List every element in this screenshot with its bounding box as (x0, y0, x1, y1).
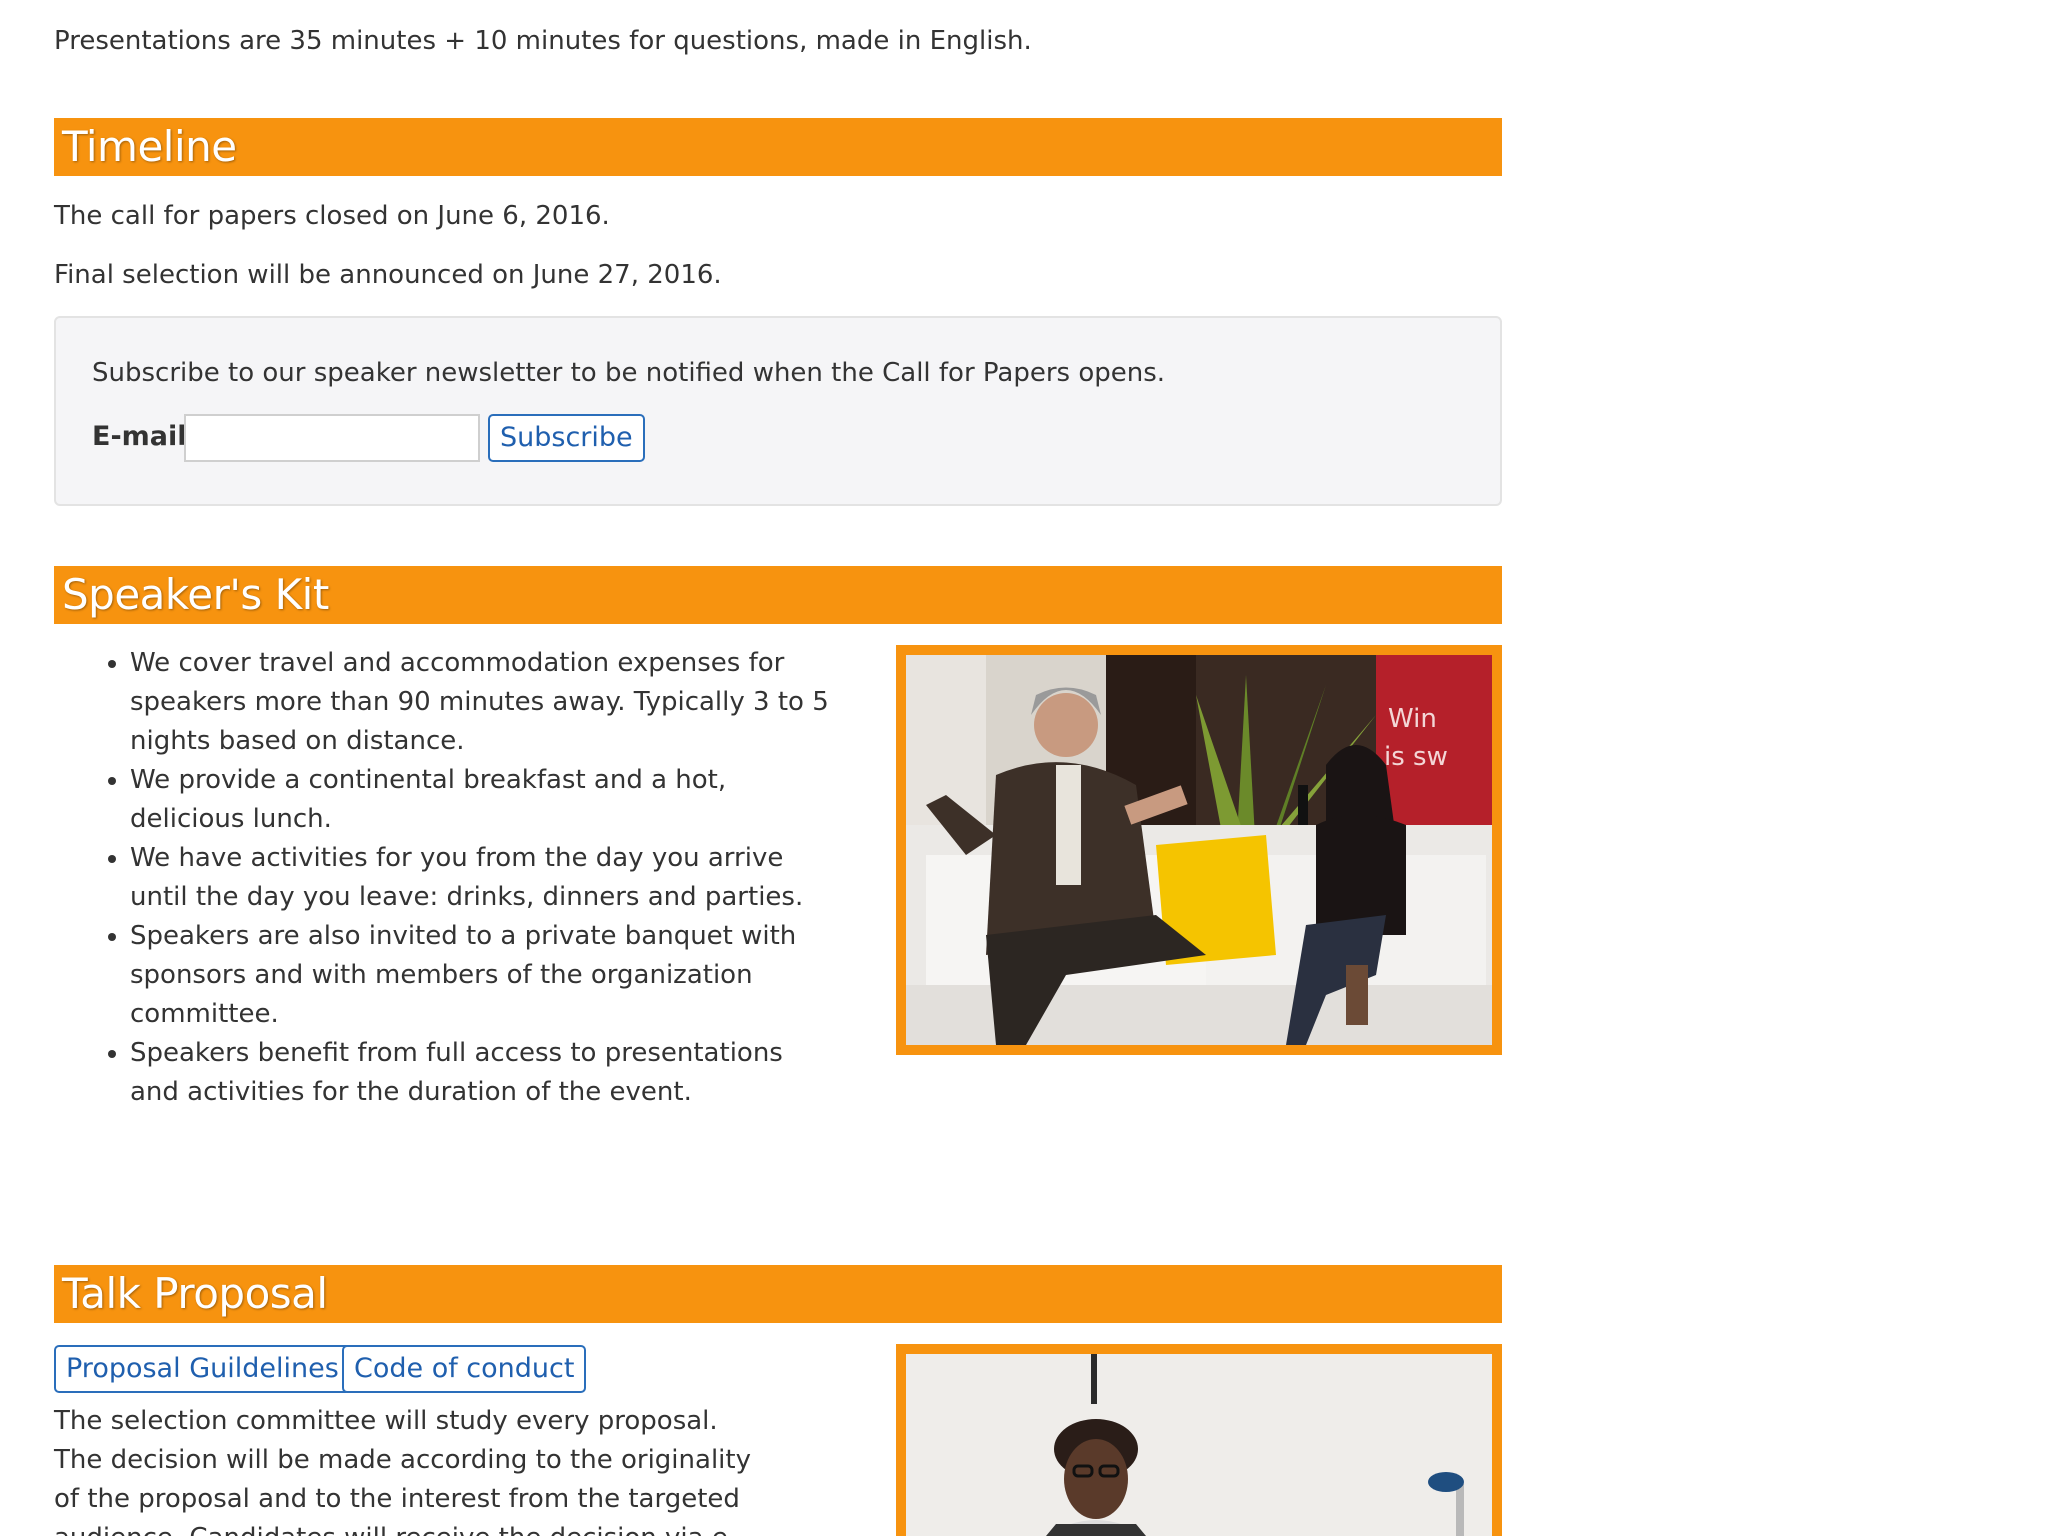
intro-text: Presentations are 35 minutes + 10 minute… (54, 26, 1032, 56)
page: Presentations are 35 minutes + 10 minute… (0, 0, 2048, 1536)
speaker-photo-image (906, 1354, 1492, 1536)
subscribe-button[interactable]: Subscribe (488, 414, 645, 462)
speakers-kit-list: We cover travel and accommodation expens… (54, 644, 830, 1112)
photo-sign-text-2: is sw (1384, 742, 1448, 772)
list-item: Speakers benefit from full access to pre… (130, 1034, 830, 1112)
subscribe-text: Subscribe to our speaker newsletter to b… (92, 358, 1166, 388)
list-item: We have activities for you from the day … (130, 839, 830, 917)
code-of-conduct-button[interactable]: Code of conduct (342, 1345, 587, 1393)
email-label: E-mail (92, 421, 187, 452)
speakers-kit-heading: Speaker's Kit (54, 566, 1502, 624)
list-item: We cover travel and accommodation expens… (130, 644, 830, 761)
timeline-line-selection: Final selection will be announced on Jun… (54, 260, 722, 290)
speakers-photo: Win is sw (896, 645, 1502, 1055)
proposal-text: The selection committee will study every… (54, 1406, 751, 1536)
list-item: Speakers are also invited to a private b… (130, 917, 830, 1034)
interview-photo-image: Win is sw (906, 655, 1492, 1045)
subscribe-panel: Subscribe to our speaker newsletter to b… (54, 316, 1502, 506)
list-item: We provide a continental breakfast and a… (130, 761, 830, 839)
timeline-line-closed: The call for papers closed on June 6, 20… (54, 201, 610, 231)
photo-sign-text-1: Win (1388, 704, 1437, 734)
timeline-heading: Timeline (54, 118, 1502, 176)
proposal-guidelines-button[interactable]: Proposal Guildelines (54, 1345, 351, 1393)
proposal-photo (896, 1344, 1502, 1536)
email-input[interactable] (184, 414, 480, 462)
talk-proposal-heading: Talk Proposal (54, 1265, 1502, 1323)
